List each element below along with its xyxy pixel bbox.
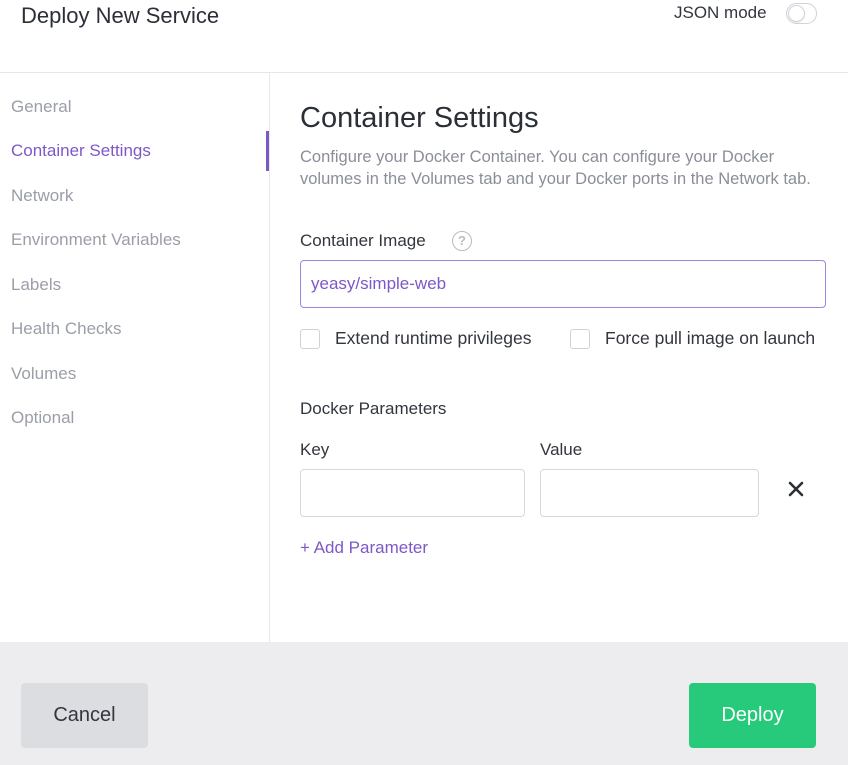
sidebar-item-container-settings[interactable]: Container Settings xyxy=(11,141,151,165)
extend-privileges-checkbox[interactable] xyxy=(300,328,320,349)
docker-parameters-label: Docker Parameters xyxy=(300,399,447,418)
sidebar-item-volumes[interactable]: Volumes xyxy=(11,364,76,388)
question-circle-icon[interactable]: ? xyxy=(452,231,472,251)
modal-footer: Cancel Deploy xyxy=(0,642,848,765)
close-icon[interactable] xyxy=(785,478,807,500)
force-pull-checkbox[interactable] xyxy=(570,328,590,349)
sidebar-item-general[interactable]: General xyxy=(11,97,71,121)
force-pull-label: Force pull image on launch xyxy=(605,328,816,348)
sidebar-item-optional[interactable]: Optional xyxy=(11,408,74,432)
container-image-input[interactable] xyxy=(300,260,826,308)
toggle-knob xyxy=(788,5,805,22)
force-pull-row: Force pull image on launch xyxy=(570,328,815,349)
param-value-label: Value xyxy=(540,440,583,459)
sidebar-item-network[interactable]: Network xyxy=(11,186,73,210)
cancel-button[interactable]: Cancel xyxy=(21,683,148,748)
page-title: Container Settings xyxy=(300,102,539,134)
json-mode-toggle[interactable] xyxy=(786,3,817,24)
container-image-label: Container Image xyxy=(300,231,426,250)
param-value-input[interactable] xyxy=(540,469,759,517)
page-description: Configure your Docker Container. You can… xyxy=(300,148,811,188)
extend-privileges-label: Extend runtime privileges xyxy=(335,328,532,348)
sidebar-nav: General Container Settings Network Envir… xyxy=(0,73,270,642)
sidebar-item-health-checks[interactable]: Health Checks xyxy=(11,319,122,343)
param-key-label: Key xyxy=(300,440,330,459)
sidebar-item-environment-variables[interactable]: Environment Variables xyxy=(11,230,181,254)
deploy-button[interactable]: Deploy xyxy=(689,683,816,748)
main-content: Container Settings Configure your Docker… xyxy=(270,73,848,642)
extend-privileges-row: Extend runtime privileges xyxy=(300,328,531,349)
modal-title: Deploy New Service xyxy=(21,3,220,28)
sidebar-item-labels[interactable]: Labels xyxy=(11,275,61,299)
modal-header: Deploy New Service JSON mode xyxy=(0,0,848,73)
active-indicator xyxy=(266,131,269,171)
add-parameter-link[interactable]: + Add Parameter xyxy=(300,538,428,558)
deploy-service-modal: Deploy New Service JSON mode General Con… xyxy=(0,0,848,765)
param-key-input[interactable] xyxy=(300,469,525,517)
json-mode-label: JSON mode xyxy=(674,3,767,22)
